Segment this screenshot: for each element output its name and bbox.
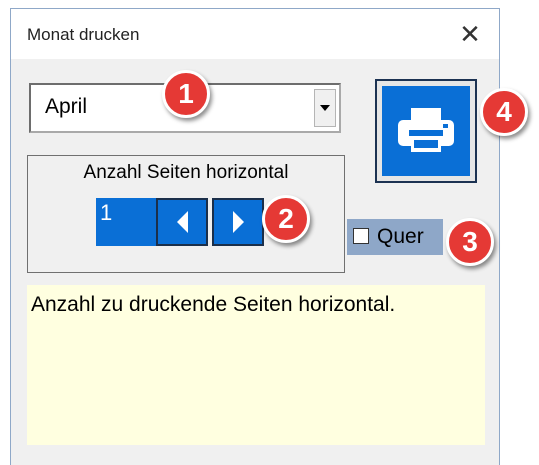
close-button[interactable]: ✕ [453,17,487,51]
callout-badge-1: 1 [162,70,210,118]
chevron-down-icon [320,105,330,111]
pages-count-field[interactable]: 1 [96,198,156,246]
decrement-button[interactable] [156,198,208,246]
description-panel: Anzahl zu druckende Seiten horizontal. [27,285,485,445]
title-bar: Monat drucken ✕ [11,9,499,59]
print-button-face [382,86,470,176]
arrow-left-icon [176,211,188,233]
landscape-label: Quer [377,225,424,248]
print-button[interactable] [375,79,477,183]
description-text: Anzahl zu druckende Seiten horizontal. [31,293,396,316]
print-month-dialog: Monat drucken ✕ April Anzahl Seiten hori… [10,8,500,465]
printer-icon [398,108,454,152]
dropdown-button[interactable] [314,89,336,127]
landscape-checkbox[interactable]: Quer [347,219,443,255]
callout-badge-3: 3 [446,218,494,266]
arrow-right-icon [232,211,244,233]
increment-button[interactable] [212,198,264,246]
dialog-title: Monat drucken [27,25,140,44]
month-dropdown-value: April [45,95,88,118]
callout-badge-2: 2 [262,195,310,243]
callout-badge-4: 4 [480,88,528,136]
pages-horizontal-label: Anzahl Seiten horizontal [83,162,289,183]
checkbox-box[interactable] [353,228,369,244]
